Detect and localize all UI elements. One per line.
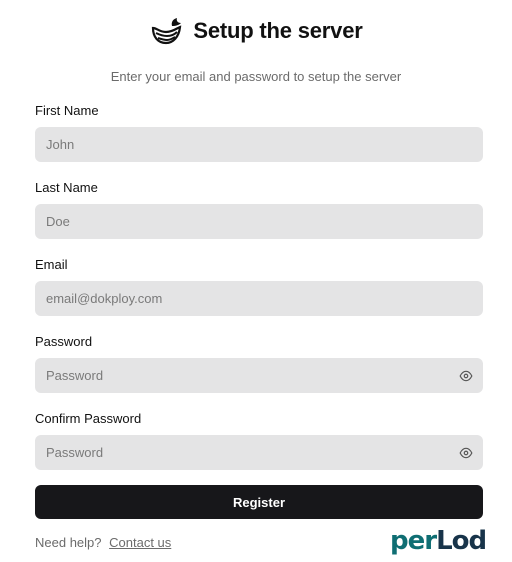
last-name-field[interactable] — [35, 204, 483, 239]
svg-text:perLod: perLod — [390, 526, 486, 555]
page-title: Setup the server — [193, 18, 363, 43]
first-name-field[interactable] — [35, 127, 483, 162]
password-label: Password — [35, 334, 93, 349]
page-header: Setup the server — [0, 16, 512, 46]
help-text: Need help? — [35, 535, 102, 550]
eye-icon[interactable] — [458, 445, 474, 461]
whale-logo-icon — [152, 18, 182, 45]
first-name-label: First Name — [35, 103, 99, 118]
contact-us-link[interactable]: Contact us — [109, 535, 171, 550]
eye-icon[interactable] — [458, 368, 474, 384]
help-line: Need help? Contact us — [35, 535, 171, 550]
password-field[interactable] — [35, 358, 483, 393]
register-button[interactable]: Register — [35, 485, 483, 519]
confirm-password-label: Confirm Password — [35, 411, 142, 426]
email-label: Email — [35, 257, 68, 272]
perlod-watermark-logo: perLod — [390, 526, 487, 555]
confirm-password-field[interactable] — [35, 435, 483, 470]
page-subtitle: Enter your email and password to setup t… — [110, 69, 402, 84]
last-name-label: Last Name — [35, 180, 98, 195]
email-field[interactable] — [35, 281, 483, 316]
